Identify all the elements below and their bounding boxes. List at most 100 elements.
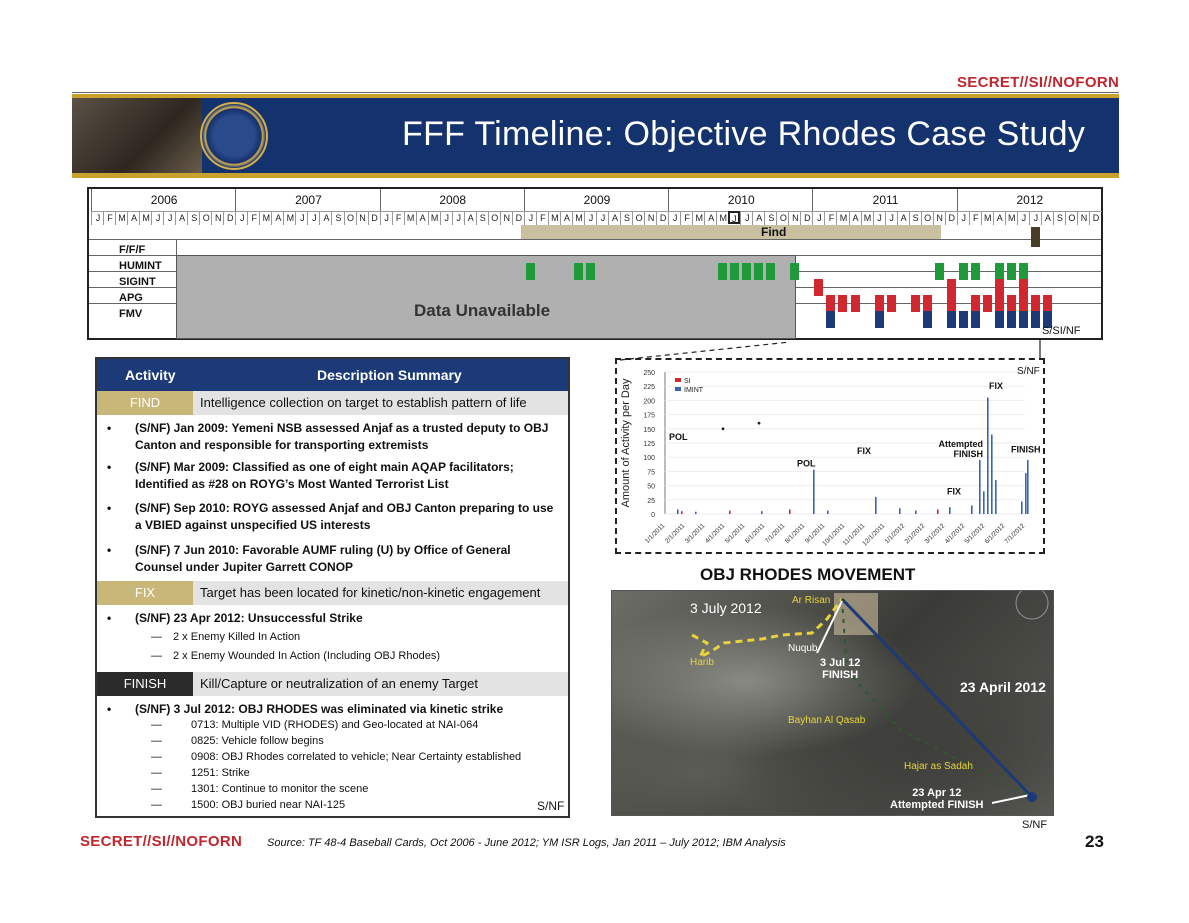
y-tick-label: 150	[643, 427, 655, 434]
activity-mark	[958, 263, 968, 280]
seal-logo	[200, 102, 268, 170]
activity-mark	[970, 311, 980, 328]
chart-bar	[983, 491, 985, 514]
x-tick-label: 7/1/2011	[764, 522, 787, 545]
chart-bar	[979, 460, 981, 514]
year-label: 2007	[235, 189, 380, 211]
chart-bar	[1025, 473, 1027, 514]
chart-bar	[875, 496, 877, 514]
chart-annotation: FIX	[989, 381, 1003, 391]
activity-mark	[994, 263, 1004, 280]
label-23-april: 23 April 2012	[960, 679, 1046, 695]
chart-bar	[827, 510, 829, 514]
find-label: Find	[761, 225, 787, 239]
title-banner: FFF Timeline: Objective Rhodes Case Stud…	[72, 94, 1119, 178]
label-attempted: 23 Apr 12 Attempted FINISH	[890, 787, 984, 811]
chart-bar	[971, 505, 973, 514]
activity-mark	[874, 311, 884, 328]
activity-mark	[1030, 295, 1040, 312]
y-axis-label: Amount of Activity per Day	[620, 378, 632, 507]
activity-mark	[838, 295, 848, 312]
activity-mark	[766, 263, 776, 280]
x-tick-label: 2/1/2012	[904, 522, 927, 545]
chart-bar	[987, 397, 989, 514]
legend-label: IMINT	[684, 387, 704, 394]
find-band	[521, 225, 941, 239]
y-tick-label: 225	[643, 384, 655, 391]
fix-tag: FIX	[97, 581, 193, 605]
legend-swatch	[675, 387, 681, 391]
activity-mark	[573, 263, 583, 280]
list-item: • (S/NF) 7 Jun 2010: Favorable AUMF rulin…	[107, 543, 511, 574]
chart-point	[721, 427, 725, 431]
chart-annotation: FIX	[947, 487, 961, 497]
activity-mark	[1006, 295, 1016, 312]
activity-mark	[886, 295, 896, 312]
x-tick-label: 2/1/2011	[664, 522, 687, 545]
chart-bar	[915, 510, 917, 514]
fff-timeline: 2006 J F M A M J J A S O N D 2007 J F M A M J J A S O N D 2008 J F M A…	[87, 187, 1103, 340]
place-label: Ar Risan	[792, 595, 831, 606]
activity-mark	[874, 295, 884, 312]
chart-bar	[761, 511, 763, 514]
chart-point	[757, 421, 761, 425]
chart-annotation: FINISH	[1011, 445, 1041, 455]
movement-title: OBJ RHODES MOVEMENT	[700, 565, 916, 584]
header-summary: Description Summary	[317, 367, 462, 383]
chart-bar	[681, 511, 683, 514]
classification-bottom: SECRET//SI//NOFORN	[80, 833, 243, 850]
year-label: 2008	[379, 189, 525, 211]
year-label: 2010	[668, 189, 813, 211]
find-tag: FIND	[97, 391, 193, 415]
list-item: • (S/NF) Jan 2009: Yemeni NSB assessed An…	[107, 421, 549, 452]
map-marking: S/NF	[1022, 819, 1048, 831]
activity-mark	[742, 263, 752, 280]
activity-mark	[850, 295, 860, 312]
chart-bar	[677, 509, 679, 514]
activity-mark	[525, 263, 535, 280]
activity-mark	[946, 279, 956, 296]
y-tick-label: 0	[651, 512, 655, 519]
soldier-photo	[72, 98, 202, 173]
x-tick-label: 4/1/2011	[704, 522, 727, 545]
activity-mark	[922, 311, 932, 328]
activity-mark	[1006, 311, 1016, 328]
month-label: D	[1088, 211, 1102, 225]
chart-annotation: POL	[797, 458, 816, 468]
activity-mark	[946, 295, 956, 312]
chart-bar	[949, 507, 951, 514]
chart-bar	[995, 479, 997, 514]
data-unavailable-block	[176, 255, 796, 339]
activity-mark	[994, 295, 1004, 312]
activity-mark	[982, 295, 992, 312]
list-item: • (S/NF) Mar 2009: Classified as one of e…	[107, 460, 514, 491]
fix-desc: Target has been located for kinetic/non-…	[200, 585, 541, 600]
place-label: Bayhan Al Qasab	[788, 715, 866, 726]
x-tick-label: 12/1/2011	[861, 522, 886, 547]
activity-mark	[1006, 263, 1016, 280]
chart-bar	[1027, 460, 1029, 514]
year-label: 2006	[91, 189, 236, 211]
activity-mark	[826, 311, 836, 328]
chart-bar	[729, 510, 731, 514]
year-label: 2011	[812, 189, 957, 211]
x-tick-label: 6/1/2011	[744, 522, 767, 545]
row-label: FMV	[91, 304, 177, 324]
x-tick-label: 8/1/2011	[784, 522, 807, 545]
find-band-row: FIND Intelligence collection on target t…	[97, 391, 568, 415]
source-note: Source: TF 48-4 Baseball Cards, Oct 2006…	[267, 837, 786, 849]
activity-marking: S/NF	[537, 799, 565, 813]
activity-mark	[718, 263, 728, 280]
page-title: FFF Timeline: Objective Rhodes Case Stud…	[402, 115, 1086, 153]
classification-top: SECRET//SI//NOFORN	[957, 74, 1120, 91]
list-item: • (S/NF) Sep 2010: ROYG assessed Anjaf an…	[107, 501, 554, 532]
y-tick-label: 175	[643, 413, 655, 420]
chart-bar	[991, 434, 993, 514]
activity-mark	[1030, 227, 1040, 247]
chart-annotation: FINISH	[953, 449, 983, 459]
activity-mark	[826, 295, 836, 312]
x-tick-label: 3/1/2011	[684, 522, 707, 545]
data-unavailable-label: Data Unavailable	[414, 301, 551, 320]
activity-mark	[922, 295, 932, 312]
activity-table: Activity Description Summary FIND Intell…	[95, 357, 570, 818]
